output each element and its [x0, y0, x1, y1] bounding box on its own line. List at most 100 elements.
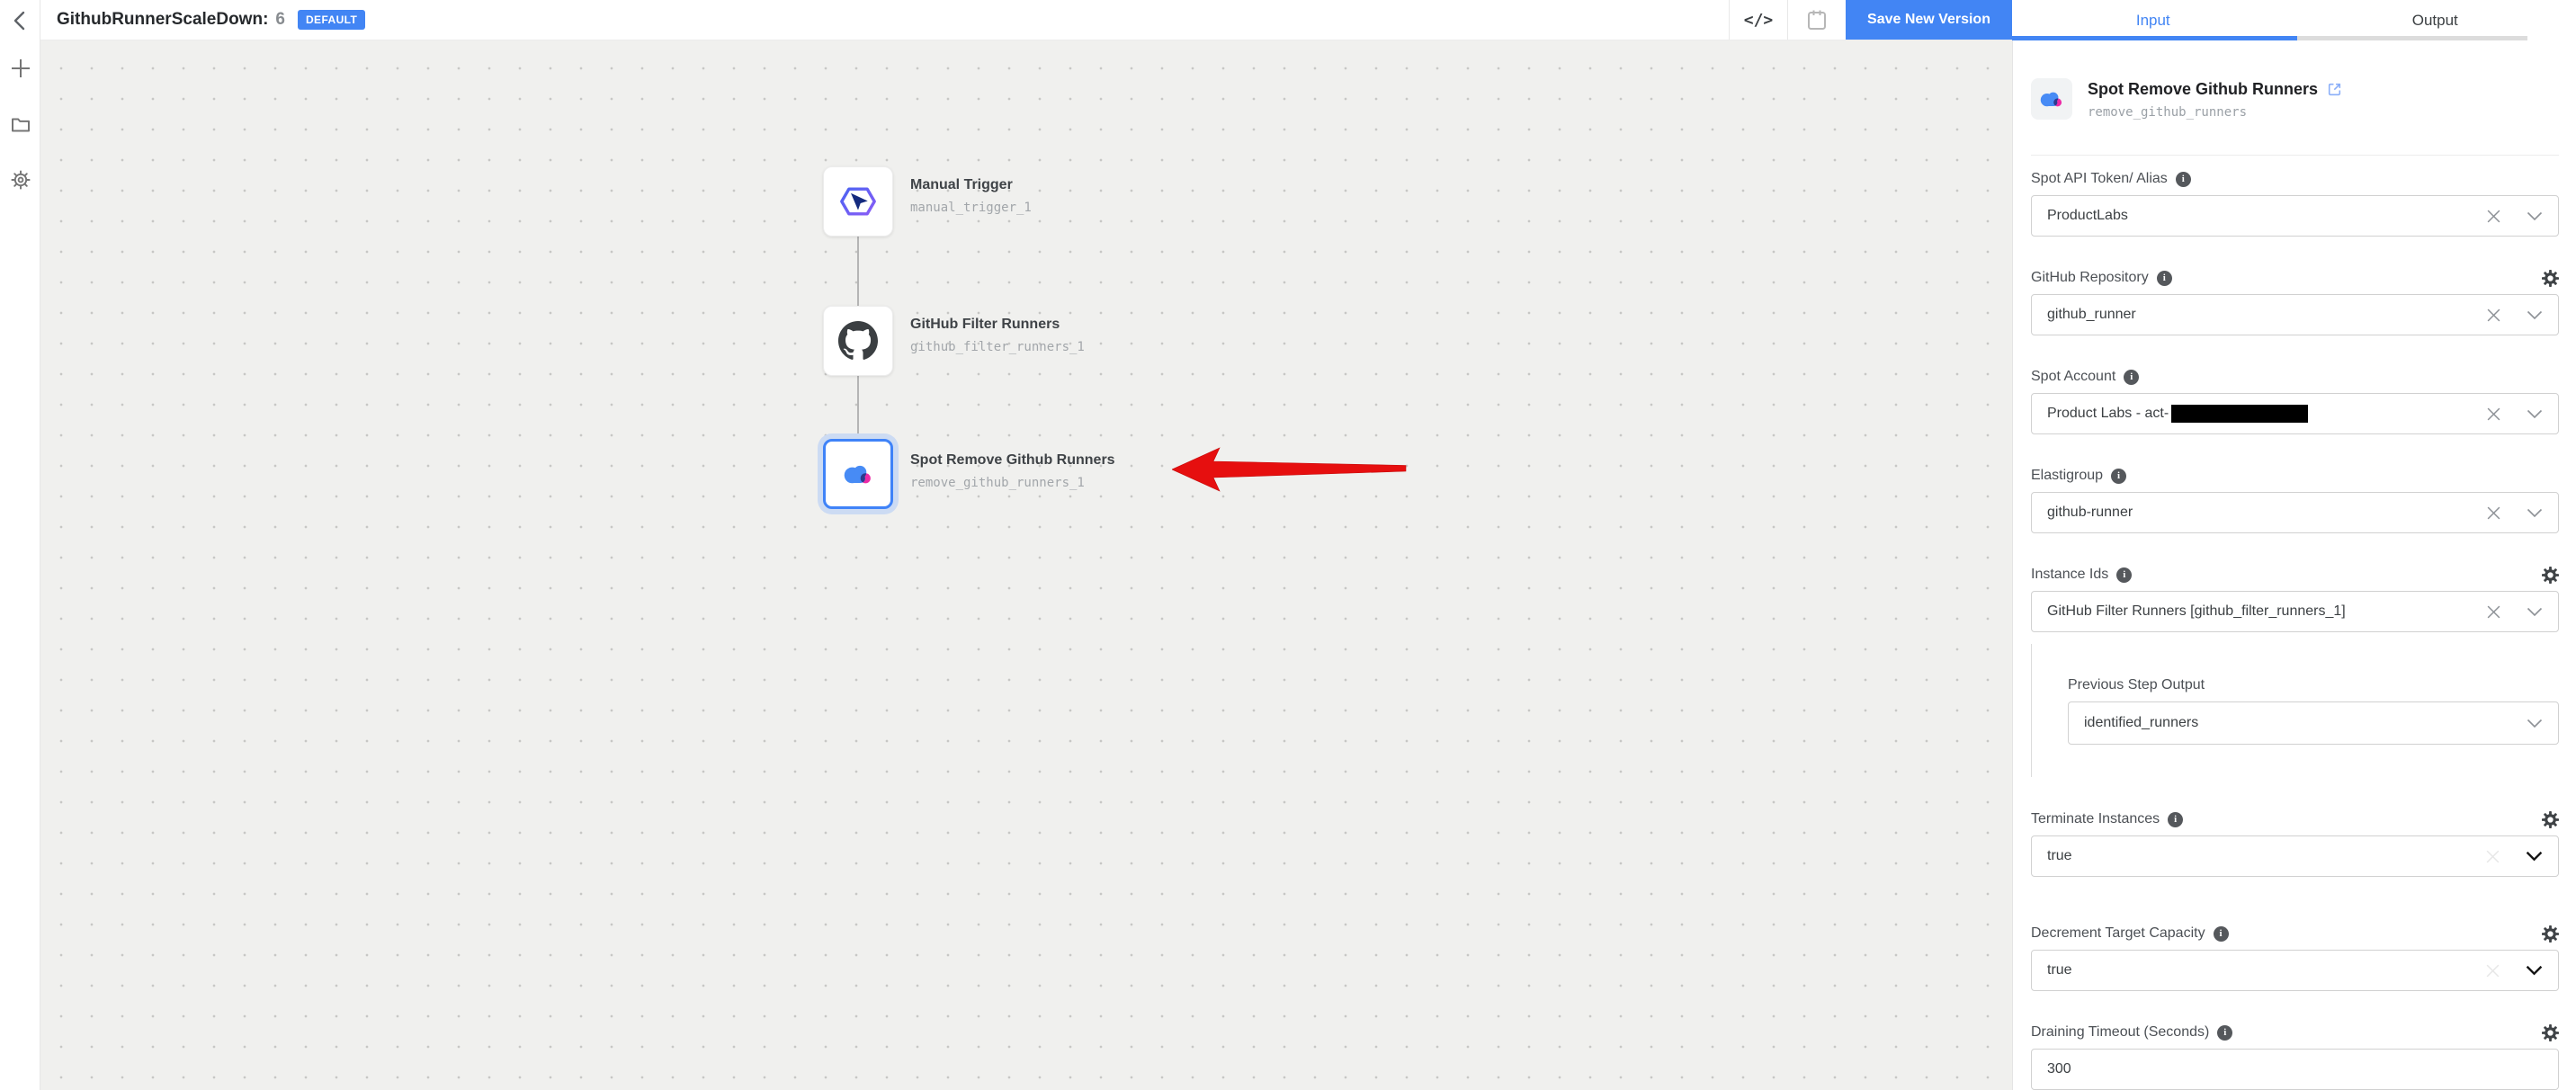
chevron-down-icon[interactable]: [2527, 409, 2543, 419]
divider: [2031, 155, 2559, 156]
calendar-icon: [1806, 8, 1828, 31]
field-value: 300: [2047, 1061, 2071, 1077]
schedule-button[interactable]: [1788, 0, 1846, 40]
code-view-button[interactable]: </>: [1730, 0, 1787, 40]
node-label-manual-trigger: Manual Trigger manual_trigger_1: [910, 177, 1032, 215]
field-value: identified_runners: [2084, 715, 2198, 731]
draining-timeout-input[interactable]: 300: [2031, 1049, 2559, 1090]
folder-button[interactable]: [8, 112, 33, 137]
workflow-title: GithubRunnerScaleDown: 6 DEFAULT: [57, 10, 365, 30]
node-label-github-filter-runners: GitHub Filter Runners github_filter_runn…: [910, 317, 1085, 354]
workflow-editor: GithubRunnerScaleDown: 6 DEFAULT </> Sav…: [0, 0, 2576, 1090]
field-settings-gear-icon[interactable]: [2542, 811, 2559, 828]
field-label: Elastigroup: [2031, 468, 2103, 484]
tab-input[interactable]: Input: [2012, 0, 2294, 40]
previous-step-output-select[interactable]: identified_runners: [2068, 701, 2559, 745]
spot-api-token-select[interactable]: ProductLabs: [2031, 195, 2559, 237]
field-label: Previous Step Output: [2068, 677, 2205, 693]
field-settings-gear-icon[interactable]: [2542, 925, 2559, 943]
field-decrement-target-capacity: Decrement Target Capacity true: [2031, 925, 2559, 991]
field-settings-gear-icon[interactable]: [2542, 567, 2559, 584]
clear-icon[interactable]: [2486, 604, 2501, 620]
chevron-down-icon[interactable]: [2527, 508, 2543, 518]
red-annotation-arrow: [1172, 445, 1408, 497]
field-spot-api-token: Spot API Token/ Alias ProductLabs: [2031, 170, 2559, 237]
field-value: github-runner: [2047, 505, 2133, 521]
info-icon[interactable]: [2111, 469, 2126, 484]
node-github-filter-runners[interactable]: [823, 306, 893, 376]
back-button[interactable]: [8, 9, 31, 32]
field-instance-ids: Instance Ids GitHub Filter Runners [gith…: [2031, 566, 2559, 632]
clear-icon[interactable]: [2486, 407, 2501, 422]
field-label: Instance Ids: [2031, 567, 2108, 583]
field-value: true: [2047, 962, 2072, 978]
clear-icon-disabled: [2485, 849, 2500, 864]
node-title: Manual Trigger: [910, 177, 1032, 193]
info-icon[interactable]: [2116, 567, 2132, 583]
field-label: Draining Timeout (Seconds): [2031, 1024, 2209, 1041]
add-node-button[interactable]: [8, 56, 33, 81]
clear-icon[interactable]: [2486, 505, 2501, 521]
node-id: manual_trigger_1: [910, 201, 1032, 215]
inactive-tab-indicator: [2297, 36, 2527, 40]
settings-button[interactable]: [8, 167, 33, 192]
field-settings-gear-icon[interactable]: [2542, 270, 2559, 287]
field-settings-gear-icon[interactable]: [2542, 1024, 2559, 1041]
chevron-down-icon[interactable]: [2527, 719, 2543, 728]
node-spot-remove-github-runners[interactable]: [823, 439, 893, 509]
chevron-down-icon[interactable]: [2527, 211, 2543, 221]
field-draining-timeout: Draining Timeout (Seconds) 300: [2031, 1023, 2559, 1090]
chevron-down-icon[interactable]: [2526, 851, 2543, 862]
code-icon: </>: [1744, 11, 1774, 30]
clear-icon[interactable]: [2486, 308, 2501, 323]
panel-tabs: Input Output: [2012, 0, 2576, 40]
top-header: GithubRunnerScaleDown: 6 DEFAULT </> Sav…: [40, 0, 2012, 40]
info-icon[interactable]: [2157, 271, 2172, 286]
decrement-target-capacity-dropdown[interactable]: true: [2031, 950, 2559, 991]
github-icon: [838, 321, 878, 361]
node-manual-trigger[interactable]: [823, 166, 893, 237]
panel-node-icon-tile: [2031, 78, 2072, 120]
tab-output[interactable]: Output: [2294, 0, 2576, 40]
folder-icon: [10, 113, 31, 135]
chevron-down-icon[interactable]: [2527, 607, 2543, 617]
field-value: true: [2047, 848, 2072, 864]
active-tab-indicator: [2012, 36, 2297, 40]
spot-account-select[interactable]: Product Labs - act-: [2031, 393, 2559, 434]
clear-icon-disabled: [2485, 963, 2500, 978]
node-id: github_filter_runners_1: [910, 340, 1085, 354]
chevron-down-icon[interactable]: [2526, 965, 2543, 976]
node-label-spot-remove-github-runners: Spot Remove Github Runners remove_github…: [910, 452, 1115, 490]
clear-icon[interactable]: [2486, 209, 2501, 224]
workflow-version: 6: [275, 10, 285, 30]
instance-ids-select[interactable]: GitHub Filter Runners [github_filter_run…: [2031, 591, 2559, 632]
field-value: github_runner: [2047, 307, 2136, 323]
previous-step-output-section: Previous Step Output identified_runners: [2031, 644, 2559, 777]
field-label: Decrement Target Capacity: [2031, 925, 2205, 942]
edge-connector: [857, 376, 859, 439]
info-icon[interactable]: [2168, 812, 2183, 827]
field-value: Product Labs - act-: [2047, 406, 2169, 422]
workflow-name: GithubRunnerScaleDown:: [57, 10, 268, 30]
terminate-instances-dropdown[interactable]: true: [2031, 835, 2559, 877]
left-sidebar: [0, 0, 40, 1090]
gear-icon: [10, 169, 31, 191]
info-icon[interactable]: [2217, 1025, 2232, 1041]
elastigroup-select[interactable]: github-runner: [2031, 492, 2559, 533]
save-new-version-button[interactable]: Save New Version: [1846, 0, 2012, 40]
field-elastigroup: Elastigroup github-runner: [2031, 467, 2559, 533]
info-icon[interactable]: [2176, 172, 2191, 187]
chevron-down-icon[interactable]: [2527, 310, 2543, 320]
spot-icon: [840, 460, 876, 487]
node-id: remove_github_runners_1: [910, 476, 1115, 490]
field-terminate-instances: Terminate Instances true: [2031, 810, 2559, 877]
field-value: ProductLabs: [2047, 208, 2128, 224]
info-icon[interactable]: [2124, 370, 2139, 385]
field-label: GitHub Repository: [2031, 270, 2149, 286]
external-link-icon[interactable]: [2326, 81, 2343, 98]
info-icon[interactable]: [2214, 926, 2229, 942]
spot-icon: [2037, 88, 2066, 110]
field-github-repository: GitHub Repository github_runner: [2031, 269, 2559, 335]
workflow-canvas[interactable]: Manual Trigger manual_trigger_1 GitHub F…: [40, 40, 2012, 1090]
github-repository-select[interactable]: github_runner: [2031, 294, 2559, 335]
